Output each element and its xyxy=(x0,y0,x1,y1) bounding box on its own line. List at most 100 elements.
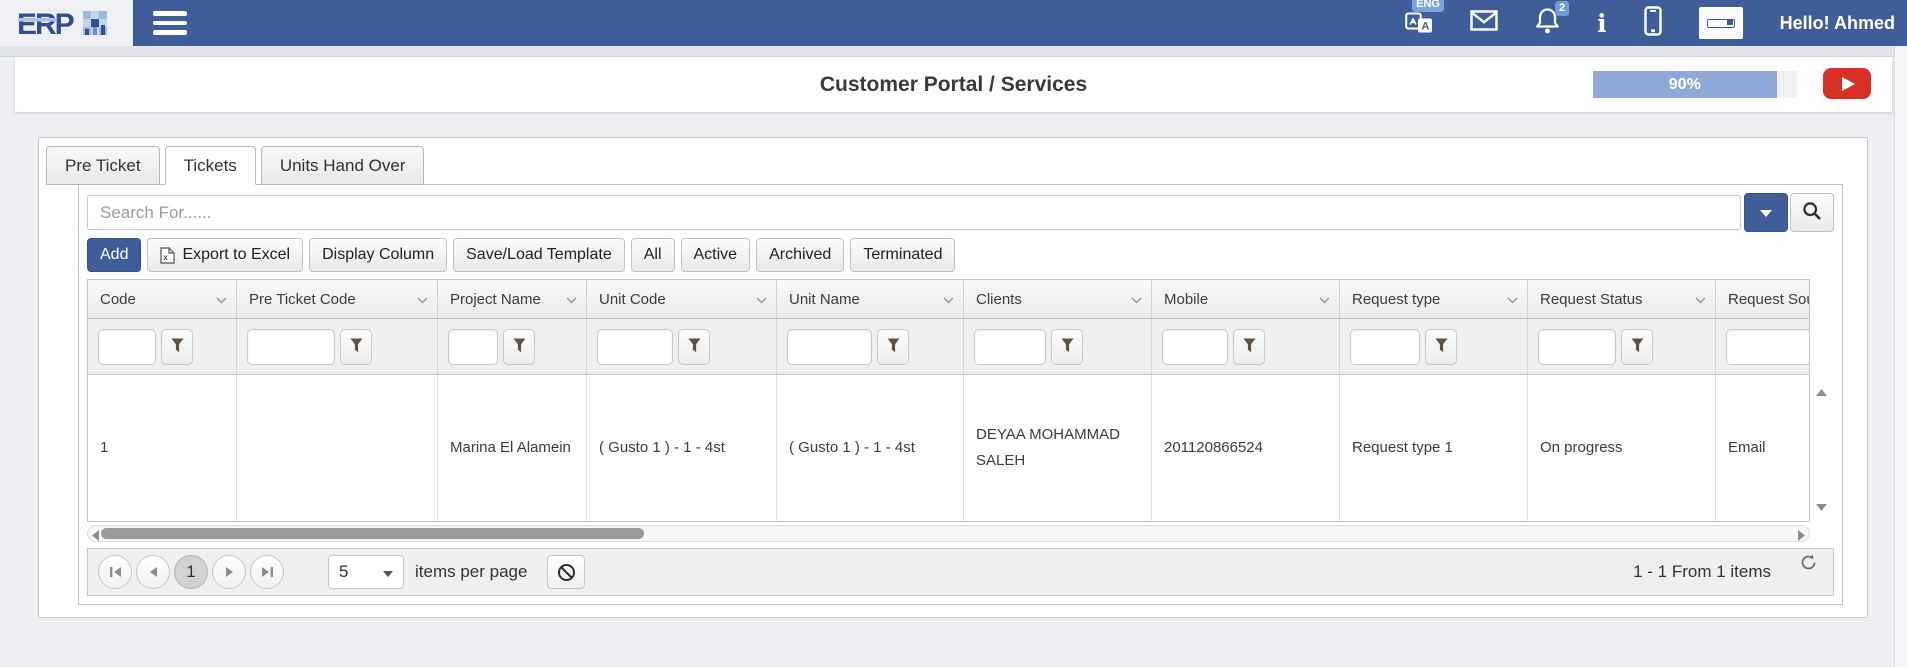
chevron-down-icon[interactable] xyxy=(1695,291,1706,308)
cell-text: 201120866524 xyxy=(1164,435,1263,461)
column-label: Mobile xyxy=(1164,291,1208,308)
title-bar: Customer Portal / Services 90% xyxy=(15,57,1892,112)
column-label: Project Name xyxy=(450,291,541,308)
column-header-clients[interactable]: Clients xyxy=(964,280,1152,318)
page-size-select[interactable]: 5 xyxy=(328,555,404,589)
funnel-icon xyxy=(887,338,900,356)
column-header-pre-ticket-code[interactable]: Pre Ticket Code xyxy=(237,280,438,318)
filter-input-request-type[interactable] xyxy=(1350,329,1420,365)
scrollbar-thumb[interactable] xyxy=(101,528,644,539)
column-header-unit-code[interactable]: Unit Code xyxy=(587,280,777,318)
scroll-down-icon[interactable] xyxy=(1816,498,1827,516)
grid-clip: CodePre Ticket Code Project Name Unit Code… xyxy=(87,279,1810,522)
filter-funnel-button[interactable] xyxy=(1051,329,1083,365)
scroll-up-icon[interactable] xyxy=(1816,383,1827,401)
tab-tickets[interactable]: Tickets xyxy=(165,146,256,185)
current-page-button[interactable]: 1 xyxy=(174,555,208,589)
filter-input-code[interactable] xyxy=(98,329,156,365)
filter-funnel-button[interactable] xyxy=(1425,329,1457,365)
first-page-button[interactable] xyxy=(98,555,132,589)
filter-funnel-button[interactable] xyxy=(340,329,372,365)
filter-input-pre-ticket-code[interactable] xyxy=(247,329,335,365)
chevron-down-icon[interactable] xyxy=(1319,291,1330,308)
column-header-code[interactable]: Code xyxy=(88,280,237,318)
notification-badge: 2 xyxy=(1555,1,1569,16)
browser-scrollbar[interactable] xyxy=(1894,46,1907,667)
export-to-excel-button[interactable]: xExport to Excel xyxy=(147,238,303,272)
last-page-button[interactable] xyxy=(250,555,284,589)
clear-filters-button[interactable] xyxy=(547,555,585,589)
company-logo-chip[interactable] xyxy=(1699,7,1743,39)
horizontal-scrollbar[interactable] xyxy=(87,525,1810,542)
chevron-down-icon[interactable] xyxy=(1131,291,1142,308)
search-options-button[interactable] xyxy=(1744,193,1788,232)
scroll-left-icon[interactable] xyxy=(92,528,99,546)
refresh-icon[interactable] xyxy=(1800,554,1817,576)
table-row[interactable]: 1Marina El Alamein( Gusto 1 ) - 1 - 4st(… xyxy=(88,375,1810,521)
svg-text:x: x xyxy=(164,253,169,262)
filter-input-mobile[interactable] xyxy=(1162,329,1228,365)
filter-cell-mobile xyxy=(1152,319,1340,374)
chevron-down-icon[interactable] xyxy=(756,291,767,308)
all-button[interactable]: All xyxy=(631,238,675,272)
filter-input-unit-name[interactable] xyxy=(787,329,872,365)
filter-input-unit-code[interactable] xyxy=(597,329,673,365)
column-label: Request type xyxy=(1352,291,1440,308)
filter-cell-request-source xyxy=(1716,319,1810,374)
column-label: Clients xyxy=(976,291,1022,308)
video-tutorial-button[interactable] xyxy=(1823,68,1871,99)
chevron-down-icon[interactable] xyxy=(943,291,954,308)
vertical-scrollbar[interactable] xyxy=(1810,279,1834,522)
display-column-button[interactable]: Display Column xyxy=(309,238,447,272)
terminated-button[interactable]: Terminated xyxy=(850,238,955,272)
column-header-request-status[interactable]: Request Status xyxy=(1528,280,1716,318)
column-header-mobile[interactable]: Mobile xyxy=(1152,280,1340,318)
filter-input-request-source[interactable] xyxy=(1726,329,1810,365)
chevron-down-icon[interactable] xyxy=(216,291,227,308)
search-input[interactable] xyxy=(87,195,1741,230)
filter-input-project-name[interactable] xyxy=(448,329,498,365)
chevron-down-icon[interactable] xyxy=(417,291,428,308)
filter-funnel-button[interactable] xyxy=(503,329,535,365)
filter-funnel-button[interactable] xyxy=(1621,329,1653,365)
tab-pre-ticket[interactable]: Pre Ticket xyxy=(46,146,160,185)
progress-label: 90% xyxy=(1669,76,1701,94)
scroll-right-icon[interactable] xyxy=(1798,528,1805,546)
messages-button[interactable] xyxy=(1470,10,1498,36)
hamburger-menu-icon[interactable] xyxy=(153,11,187,35)
filter-funnel-button[interactable] xyxy=(877,329,909,365)
filter-funnel-button[interactable] xyxy=(1233,329,1265,365)
mobile-app-button[interactable] xyxy=(1644,6,1662,41)
column-header-request-type[interactable]: Request type xyxy=(1340,280,1528,318)
previous-page-button[interactable] xyxy=(136,555,170,589)
save-load-template-button[interactable]: Save/Load Template xyxy=(453,238,625,272)
info-button[interactable]: i xyxy=(1597,11,1607,36)
column-header-project-name[interactable]: Project Name xyxy=(438,280,587,318)
user-greeting[interactable]: Hello! Ahmed xyxy=(1780,13,1895,34)
column-header-unit-name[interactable]: Unit Name xyxy=(777,280,964,318)
archived-button[interactable]: Archived xyxy=(756,238,844,272)
next-page-button[interactable] xyxy=(212,555,246,589)
subheader-strip xyxy=(0,46,1907,57)
chevron-down-icon[interactable] xyxy=(1507,291,1518,308)
erp-logo[interactable]: ERP xyxy=(0,0,133,46)
filter-cell-project-name xyxy=(438,319,587,374)
language-switcher-button[interactable]: ENG A xyxy=(1405,7,1433,39)
funnel-icon xyxy=(688,338,701,356)
notifications-button[interactable]: 2 xyxy=(1535,7,1560,39)
column-header-request-source[interactable]: Request Source xyxy=(1716,280,1810,318)
filter-funnel-button[interactable] xyxy=(161,329,193,365)
search-button[interactable] xyxy=(1790,193,1834,232)
svg-text:A: A xyxy=(1422,21,1430,33)
filter-input-clients[interactable] xyxy=(974,329,1046,365)
active-button[interactable]: Active xyxy=(681,238,751,272)
filter-funnel-button[interactable] xyxy=(678,329,710,365)
language-badge: ENG xyxy=(1412,0,1444,12)
tab-units-hand-over[interactable]: Units Hand Over xyxy=(261,146,425,185)
filter-input-request-status[interactable] xyxy=(1538,329,1616,365)
chevron-down-icon[interactable] xyxy=(566,291,577,308)
add-button[interactable]: Add xyxy=(87,238,141,272)
funnel-icon xyxy=(1631,338,1644,356)
column-label: Request Status xyxy=(1540,291,1643,308)
funnel-icon xyxy=(171,338,184,356)
